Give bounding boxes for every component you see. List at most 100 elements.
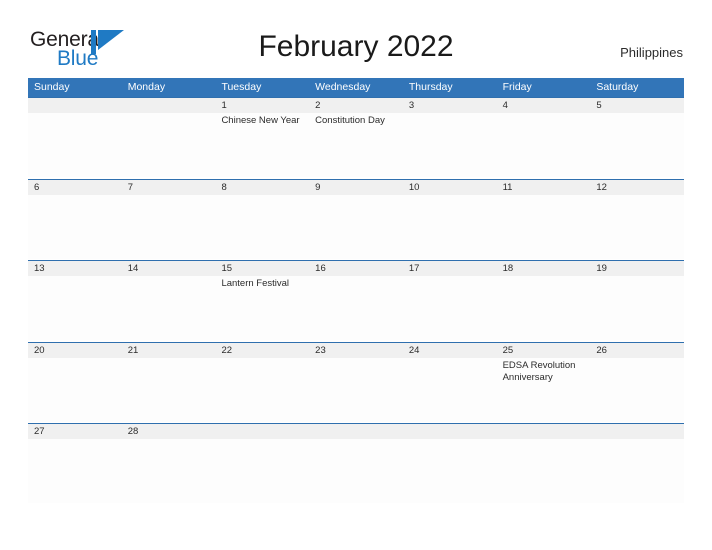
day-cell[interactable] xyxy=(590,276,684,340)
day-number: 7 xyxy=(127,181,134,193)
week-datestrip: 13 14 15 16 17 18 19 xyxy=(28,261,684,276)
week-datestrip: 6 7 8 9 10 11 12 xyxy=(28,179,684,195)
day-number: 25 xyxy=(502,344,514,356)
day-number: 5 xyxy=(596,100,602,111)
week-body: EDSA Revolution Anniversary xyxy=(28,357,684,422)
week-datestrip: 27 28 xyxy=(28,424,684,439)
day-cell[interactable] xyxy=(28,358,122,422)
day-number: 14 xyxy=(127,263,139,274)
day-cell[interactable] xyxy=(309,358,403,422)
day-cell[interactable] xyxy=(122,276,216,340)
day-number: 21 xyxy=(127,344,139,356)
calendar-week-row: 27 28 xyxy=(28,423,684,505)
day-cell[interactable]: Constitution Day xyxy=(309,113,403,177)
week-body xyxy=(28,439,684,503)
day-cell[interactable] xyxy=(122,358,216,422)
day-number: 3 xyxy=(408,100,415,111)
day-number: 16 xyxy=(315,263,326,274)
day-number: 26 xyxy=(596,344,607,356)
calendar-grid: Sunday Monday Tuesday Wednesday Thursday… xyxy=(28,78,684,505)
day-cell[interactable] xyxy=(403,195,497,259)
day-number xyxy=(497,424,591,439)
weekday-header-monday: Monday xyxy=(127,81,166,93)
day-cell[interactable] xyxy=(215,358,309,422)
day-cell[interactable] xyxy=(590,439,684,503)
day-number: 27 xyxy=(34,426,45,437)
day-cell[interactable] xyxy=(497,439,591,503)
day-number xyxy=(215,424,309,439)
day-cell[interactable] xyxy=(309,276,403,340)
day-cell[interactable] xyxy=(28,113,122,177)
week-body: Lantern Festival xyxy=(28,276,684,340)
day-cell[interactable]: EDSA Revolution Anniversary xyxy=(497,358,591,422)
event-label: Chinese New Year xyxy=(221,115,300,126)
day-number xyxy=(590,424,684,439)
day-cell[interactable] xyxy=(403,358,497,422)
day-cell[interactable] xyxy=(590,113,684,177)
day-cell[interactable] xyxy=(497,113,591,177)
day-cell[interactable] xyxy=(497,195,591,259)
day-cell[interactable] xyxy=(309,195,403,259)
day-number: 18 xyxy=(502,263,514,274)
weekday-header-tuesday: Tuesday xyxy=(221,81,262,93)
weekday-header-thursday: Thursday xyxy=(408,81,453,93)
weekday-header-friday: Friday xyxy=(502,81,532,93)
day-cell[interactable] xyxy=(403,113,497,177)
calendar-week-row: 1 2 3 4 5 Chinese New Year Constitution … xyxy=(28,97,684,179)
day-cell[interactable] xyxy=(122,195,216,259)
day-cell[interactable] xyxy=(497,276,591,340)
event-label: EDSA Revolution Anniversary xyxy=(502,359,576,383)
week-body xyxy=(28,194,684,259)
day-cell[interactable] xyxy=(590,358,684,422)
day-number: 20 xyxy=(34,344,45,356)
day-number: 12 xyxy=(596,181,607,193)
day-cell[interactable] xyxy=(122,439,216,503)
country-label: Philippines xyxy=(620,45,683,60)
week-datestrip: 1 2 3 4 5 xyxy=(28,98,684,113)
page-header: General Blue February 2022 Philippines xyxy=(0,0,712,76)
day-number xyxy=(122,98,216,113)
day-number: 17 xyxy=(408,263,420,274)
page-title: February 2022 xyxy=(258,30,454,63)
day-cell[interactable] xyxy=(403,439,497,503)
day-cell[interactable] xyxy=(403,276,497,340)
day-cell[interactable] xyxy=(590,195,684,259)
weekday-header-saturday: Saturday xyxy=(596,81,639,93)
day-number: 19 xyxy=(596,263,607,274)
day-cell[interactable]: Chinese New Year xyxy=(215,113,309,177)
day-number: 28 xyxy=(127,426,139,437)
day-number: 6 xyxy=(34,181,40,193)
day-cell[interactable] xyxy=(28,276,122,340)
day-cell[interactable] xyxy=(28,439,122,503)
day-number xyxy=(309,424,403,439)
day-number: 11 xyxy=(502,181,513,193)
day-number: 4 xyxy=(502,100,508,111)
day-number: 10 xyxy=(408,181,420,193)
calendar-week-row: 13 14 15 16 17 18 19 Lantern Festival xyxy=(28,260,684,342)
weekday-header-sunday: Sunday xyxy=(34,81,70,93)
day-number: 24 xyxy=(408,344,420,356)
weekday-header-row: Sunday Monday Tuesday Wednesday Thursday… xyxy=(28,78,684,97)
day-number: 2 xyxy=(315,100,321,111)
calendar-page: General Blue February 2022 Philippines S… xyxy=(0,0,712,550)
day-cell[interactable]: Lantern Festival xyxy=(215,276,309,340)
day-cell[interactable] xyxy=(28,195,122,259)
calendar-week-row: 6 7 8 9 10 11 12 xyxy=(28,178,684,261)
event-label: Constitution Day xyxy=(315,115,385,126)
day-number: 1 xyxy=(221,100,227,111)
day-number: 23 xyxy=(315,344,326,356)
day-cell[interactable] xyxy=(215,195,309,259)
calendar-week-row: 20 21 22 23 24 25 26 EDSA Revolution Ann… xyxy=(28,341,684,424)
day-number: 22 xyxy=(221,344,233,356)
day-number xyxy=(403,424,497,439)
day-cell[interactable] xyxy=(309,439,403,503)
day-number: 9 xyxy=(315,181,321,193)
week-body: Chinese New Year Constitution Day xyxy=(28,113,684,177)
day-cell[interactable] xyxy=(122,113,216,177)
day-number: 13 xyxy=(34,263,45,274)
event-label: Lantern Festival xyxy=(221,278,290,289)
weekday-header-wednesday: Wednesday xyxy=(315,81,371,93)
day-number: 15 xyxy=(221,263,233,274)
day-cell[interactable] xyxy=(215,439,309,503)
day-number: 8 xyxy=(221,181,227,193)
